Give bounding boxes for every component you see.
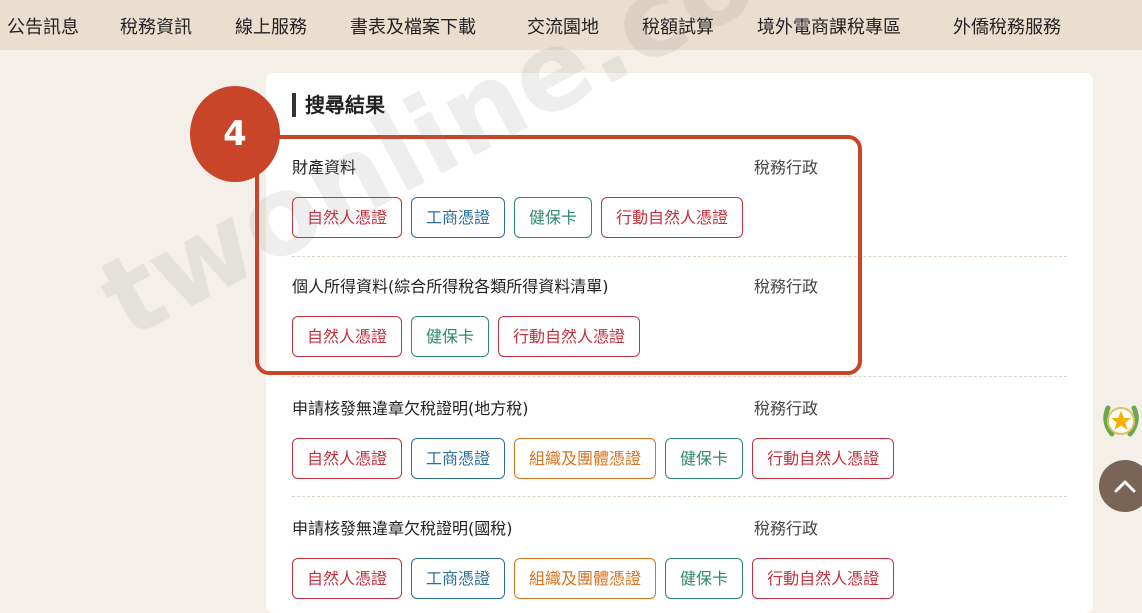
section-title: 搜尋結果	[292, 93, 385, 117]
award-badge-icon[interactable]	[1100, 400, 1142, 446]
step-number-badge: 4	[190, 86, 280, 182]
auth-tags: 自然人憑證 工商憑證 組織及團體憑證 健保卡 行動自然人憑證	[292, 438, 895, 479]
result-name[interactable]: 申請核發無違章欠稅證明(地方稅)	[292, 395, 529, 419]
divider	[292, 376, 1067, 377]
tag-mobile-citizen-certificate[interactable]: 行動自然人憑證	[752, 438, 895, 479]
tag-health-card[interactable]: 健保卡	[665, 558, 744, 599]
nav-item-forms-download[interactable]: 書表及檔案下載	[350, 13, 476, 39]
nav-item-announcements[interactable]: 公告訊息	[7, 13, 79, 39]
tag-citizen-certificate[interactable]: 自然人憑證	[292, 438, 403, 479]
tag-mobile-citizen-certificate[interactable]: 行動自然人憑證	[752, 558, 895, 599]
auth-tags: 自然人憑證 工商憑證 組織及團體憑證 健保卡 行動自然人憑證	[292, 558, 895, 599]
nav-item-tax-info[interactable]: 稅務資訊	[120, 13, 192, 39]
tag-citizen-certificate[interactable]: 自然人憑證	[292, 558, 403, 599]
result-category: 稅務行政	[754, 399, 819, 418]
nav-item-online-services[interactable]: 線上服務	[235, 13, 307, 39]
nav-item-forum[interactable]: 交流園地	[527, 13, 599, 39]
nav-item-foreign-resident-tax[interactable]: 外僑稅務服務	[953, 13, 1061, 39]
chevron-up-icon	[1114, 480, 1136, 493]
scroll-to-top-button[interactable]	[1099, 460, 1142, 512]
nav-item-cross-border-ecommerce[interactable]: 境外電商課稅專區	[757, 13, 901, 39]
highlight-box	[255, 135, 862, 375]
tag-business-certificate[interactable]: 工商憑證	[411, 438, 506, 479]
divider	[292, 496, 1067, 497]
tag-health-card[interactable]: 健保卡	[665, 438, 744, 479]
top-navigation: 公告訊息 稅務資訊 線上服務 書表及檔案下載 交流園地 稅額試算 境外電商課稅專…	[0, 0, 1142, 50]
result-category: 稅務行政	[754, 519, 819, 538]
tag-organization-certificate[interactable]: 組織及團體憑證	[514, 558, 657, 599]
result-name[interactable]: 申請核發無違章欠稅證明(國稅)	[292, 515, 513, 539]
tag-organization-certificate[interactable]: 組織及團體憑證	[514, 438, 657, 479]
tag-business-certificate[interactable]: 工商憑證	[411, 558, 506, 599]
nav-item-tax-calculator[interactable]: 稅額試算	[642, 13, 714, 39]
